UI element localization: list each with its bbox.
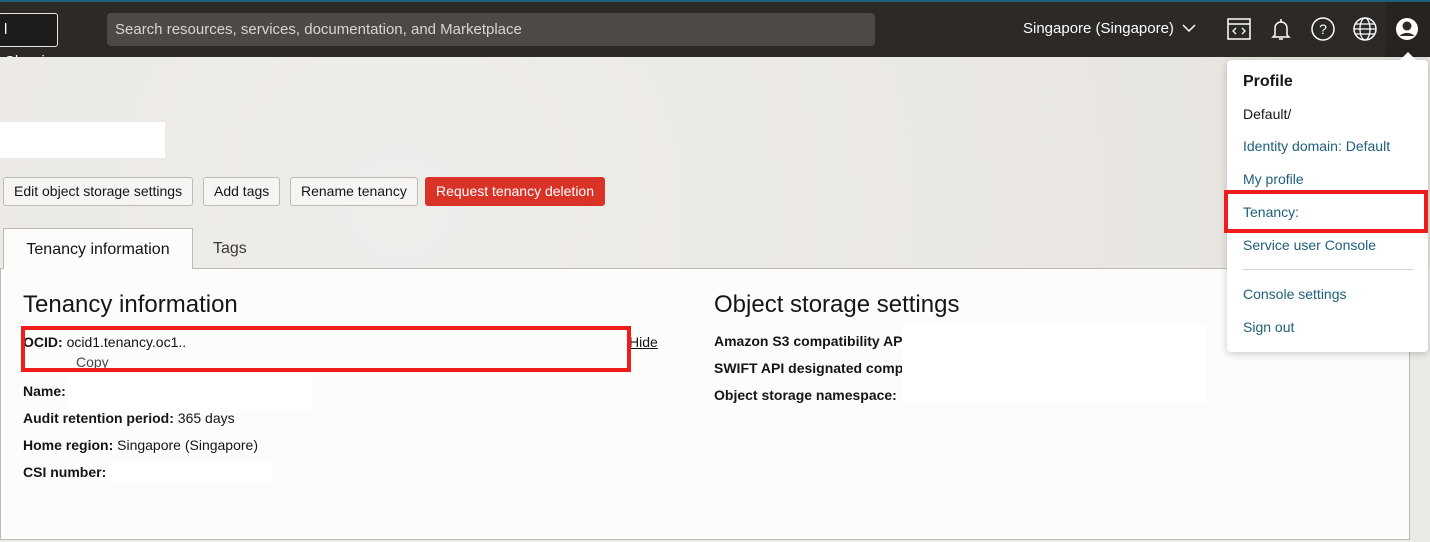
help-icon[interactable]: ? (1310, 16, 1336, 42)
menu-arrow (1400, 52, 1416, 60)
code-editor-icon[interactable] (1226, 16, 1252, 42)
object-storage-heading: Object storage settings (714, 291, 960, 318)
edit-object-storage-settings-button[interactable]: Edit object storage settings (3, 177, 194, 206)
region-label: Singapore (Singapore) (1023, 20, 1174, 37)
menu-item-console-settings[interactable]: Console settings (1243, 286, 1347, 302)
hide-ocid-link[interactable]: Hide (629, 334, 658, 350)
csi-row: CSI number: (23, 464, 106, 480)
svg-text:?: ? (1319, 21, 1327, 37)
audit-row: Audit retention period: 365 days (23, 410, 235, 426)
chevron-down-icon (1182, 24, 1196, 33)
csi-redacted (107, 461, 273, 483)
home-region-row: Home region: Singapore (Singapore) (23, 437, 258, 453)
search-input[interactable]: Search resources, services, documentatio… (107, 13, 875, 46)
name-redacted (69, 376, 312, 411)
audit-value: 365 days (177, 410, 235, 426)
name-row: Name: (23, 383, 66, 399)
profile-menu: Profile Default/ Identity domain: Defaul… (1224, 52, 1428, 352)
user-avatar-icon[interactable] (1394, 16, 1420, 42)
menu-item-service-user-console[interactable]: Service user Console (1243, 237, 1376, 253)
tenancy-info-heading: Tenancy information (23, 291, 238, 318)
tab-tenancy-information[interactable]: Tenancy information (3, 228, 193, 269)
storage-values-redacted (902, 324, 1206, 402)
csi-label: CSI number: (23, 464, 107, 480)
add-tags-button[interactable]: Add tags (203, 177, 281, 206)
search-placeholder: Search resources, services, documentatio… (115, 21, 522, 38)
namespace-label: Object storage namespace: (714, 387, 897, 403)
tab-tags[interactable]: Tags (213, 228, 247, 269)
tenancy-name-redacted (0, 122, 165, 158)
s3-label: Amazon S3 compatibility AP (714, 333, 903, 349)
swift-label: SWIFT API designated comp (714, 360, 904, 376)
profile-menu-title: Profile (1243, 73, 1293, 90)
rename-tenancy-button[interactable]: Rename tenancy (290, 177, 418, 206)
bell-icon[interactable] (1268, 16, 1294, 42)
home-region-value: Singapore (Singapore) (117, 437, 258, 453)
menu-item-sign-out[interactable]: Sign out (1243, 319, 1294, 335)
audit-label: Audit retention period: (23, 410, 174, 426)
swift-row: SWIFT API designated comp (714, 360, 903, 376)
region-selector[interactable]: Singapore (Singapore) (1023, 20, 1196, 37)
menu-item-my-profile[interactable]: My profile (1243, 171, 1304, 187)
top-nav-bar: l Classic › Search resources, services, … (0, 0, 1430, 102)
highlight-box-tenancy (1224, 190, 1428, 233)
globe-icon[interactable] (1352, 16, 1378, 42)
menu-item-identity-domain[interactable]: Identity domain: Default (1243, 138, 1390, 154)
highlight-box-ocid (21, 326, 631, 372)
classic-console-button[interactable]: l Classic › (0, 13, 58, 102)
home-region-label: Home region: (23, 437, 114, 453)
s3-row: Amazon S3 compatibility AP (714, 333, 903, 349)
request-tenancy-deletion-button[interactable]: Request tenancy deletion (425, 177, 605, 206)
menu-divider (1243, 269, 1413, 270)
profile-user: Default/ (1243, 106, 1292, 122)
name-label: Name: (23, 383, 66, 399)
namespace-row: Object storage namespace: (714, 387, 897, 403)
